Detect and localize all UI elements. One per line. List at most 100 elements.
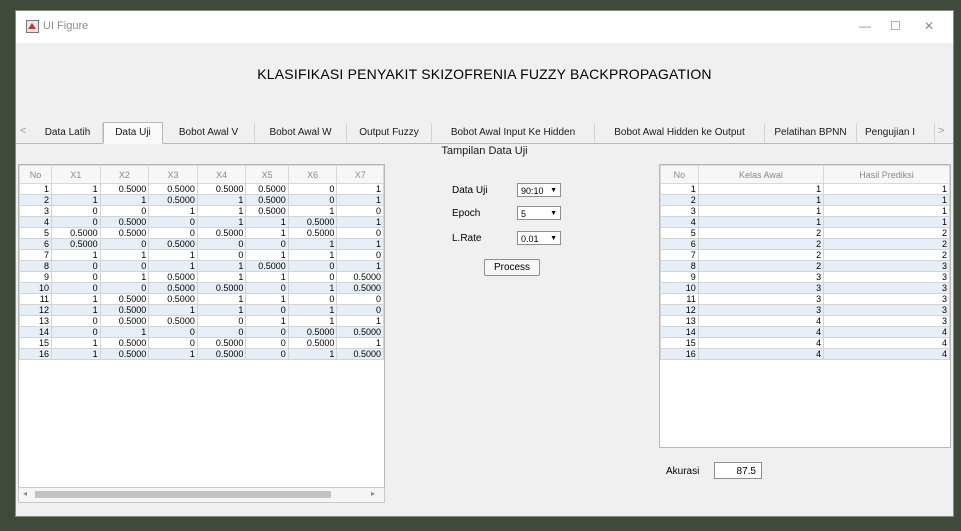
tab-data-uji[interactable]: Data Uji [103, 122, 163, 144]
data-uji-header-no[interactable]: No [19, 165, 53, 184]
table-row[interactable]: 3 0 0 1 1 0.5000 1 0 [19, 205, 384, 217]
table-cell: 0.5000 [196, 183, 247, 195]
table-row[interactable]: 722 [660, 249, 950, 261]
table-row[interactable]: 16 1 0.5000 1 0.5000 0 1 0.5000 [19, 348, 384, 360]
table-row[interactable]: 823 [660, 260, 950, 272]
data-uji-table[interactable]: No X1 X2 X3 X4 X5 X6 X7 1 1 0.5000 0.5000 0.5000 0.5… [18, 164, 385, 488]
tab-bobot-awal-input-ke-hidden[interactable]: Bobot Awal Input Ke Hidden [432, 123, 595, 142]
tab-scroll-right-icon[interactable]: > [938, 125, 944, 137]
data-uji-header-x4[interactable]: X4 [196, 165, 247, 184]
table-cell: 11 [19, 293, 53, 305]
table-cell: 4 [697, 326, 825, 338]
table-cell: 0 [196, 315, 247, 327]
table-cell: 0 [196, 326, 247, 338]
hasil-header-hasil-prediksi[interactable]: Hasil Prediksi [823, 165, 950, 184]
data-uji-header-x5[interactable]: X5 [245, 165, 289, 184]
hasil-prediksi-table[interactable]: No Kelas Awal Hasil Prediksi 1112113114115… [659, 164, 951, 448]
table-cell: 1 [51, 293, 101, 305]
scroll-left-arrow-icon[interactable]: ◂ [23, 489, 27, 498]
minimize-button[interactable]: — [859, 19, 871, 33]
table-cell: 1 [148, 260, 198, 272]
table-cell: 2 [697, 260, 825, 272]
title-bar[interactable]: UI Figure — ☐ ✕ [16, 11, 953, 43]
table-row[interactable]: 12 1 0.5000 1 1 0 1 0 [19, 304, 384, 316]
table-row[interactable]: 14 0 1 0 0 0 0.5000 0.5000 [19, 326, 384, 338]
table-cell: 0.5000 [99, 216, 150, 228]
table-row[interactable]: 622 [660, 238, 950, 250]
table-cell: 2 [823, 249, 950, 261]
table-cell: 5 [19, 227, 53, 239]
data-uji-header-x1[interactable]: X1 [51, 165, 101, 184]
table-cell: 0 [287, 271, 338, 283]
process-button[interactable]: Process [484, 259, 540, 276]
close-button[interactable]: ✕ [924, 19, 934, 33]
table-cell: 4 [823, 337, 950, 349]
lrate-value: 0.01 [521, 234, 539, 244]
table-cell: 0.5000 [336, 348, 384, 360]
table-cell: 0.5000 [99, 227, 150, 239]
table-row[interactable]: 12 3 3 [660, 304, 950, 316]
table-row[interactable]: 16 4 4 [660, 348, 950, 360]
table-row[interactable]: 4 0 0.5000 0 1 1 0.5000 1 [19, 216, 384, 228]
tab-bobot-awal-v[interactable]: Bobot Awal V [163, 123, 255, 142]
table-row[interactable]: 13 4 3 [660, 315, 950, 327]
table-row[interactable]: 2 1 1 0.5000 1 0.5000 0 1 [19, 194, 384, 206]
data-uji-header-x6[interactable]: X6 [287, 165, 338, 184]
table-row[interactable]: 10 3 3 [660, 282, 950, 294]
table-cell: 0.5000 [99, 337, 150, 349]
table-cell: 0.5000 [245, 205, 289, 217]
table-row[interactable]: 311 [660, 205, 950, 217]
table-row[interactable]: 6 0.5000 0 0.5000 0 0 1 1 [19, 238, 384, 250]
table-row[interactable]: 14 4 4 [660, 326, 950, 338]
table-row[interactable]: 111 [660, 183, 950, 195]
table-cell: 2 [697, 227, 825, 239]
akurasi-field[interactable]: 87.5 [714, 462, 762, 479]
table-row[interactable]: 71110110 [19, 249, 384, 261]
lrate-dropdown[interactable]: 0.01 ▼ [517, 231, 561, 245]
table-row[interactable]: 8 0 0 1 1 0.5000 0 1 [19, 260, 384, 272]
table-cell: 0.5000 [148, 271, 198, 283]
tab-data-latih[interactable]: Data Latih [33, 123, 103, 142]
maximize-button[interactable]: ☐ [890, 19, 901, 33]
tab-scroll-left-icon[interactable]: < [20, 125, 26, 137]
table-cell: 0.5000 [148, 293, 198, 305]
table-cell: 1 [336, 194, 384, 206]
chevron-down-icon: ▼ [550, 187, 557, 194]
table-cell: 0 [51, 271, 101, 283]
epoch-dropdown[interactable]: 5 ▼ [517, 206, 561, 220]
table-cell: 1 [51, 304, 101, 316]
data-uji-header-x3[interactable]: X3 [148, 165, 198, 184]
data-uji-dropdown[interactable]: 90:10 ▼ [517, 183, 561, 197]
table-row[interactable]: 1 1 0.5000 0.5000 0.5000 0.5000 0 1 [19, 183, 384, 195]
table-row[interactable]: 15 1 0.5000 0 0.5000 0 0.5000 1 [19, 337, 384, 349]
table-cell: 0.5000 [287, 326, 338, 338]
table-row[interactable]: 9 0 1 0.5000 1 1 0 0.5000 [19, 271, 384, 283]
data-uji-header-x7[interactable]: X7 [336, 165, 384, 184]
hasil-header-no[interactable]: No [660, 165, 699, 184]
table-row[interactable]: 11 1 0.5000 0.5000 1 1 0 0 [19, 293, 384, 305]
tab-pengujian[interactable]: Pengujian I [857, 123, 935, 142]
tab-output-fuzzy[interactable]: Output Fuzzy [347, 123, 432, 142]
table-cell: 0.5000 [148, 282, 198, 294]
table-row[interactable]: 11 3 3 [660, 293, 950, 305]
table-row[interactable]: 10 0 0 0.5000 0.5000 0 1 0.5000 [19, 282, 384, 294]
table-row[interactable]: 5 0.5000 0.5000 0 0.5000 1 0.5000 0 [19, 227, 384, 239]
table-row[interactable]: 15 4 4 [660, 337, 950, 349]
table-cell: 1 [245, 271, 289, 283]
tab-bobot-awal-hidden-ke-output[interactable]: Bobot Awal Hidden ke Output [595, 123, 765, 142]
table-row[interactable]: 13 0 0.5000 0.5000 0 1 1 1 [19, 315, 384, 327]
scrollbar-thumb[interactable] [35, 491, 331, 498]
table-row[interactable]: 522 [660, 227, 950, 239]
scroll-right-arrow-icon[interactable]: ▸ [371, 489, 375, 498]
data-uji-header-x2[interactable]: X2 [99, 165, 150, 184]
hasil-header-kelas-awal[interactable]: Kelas Awal [697, 165, 825, 184]
table-cell: 1 [697, 183, 825, 195]
table-row[interactable]: 211 [660, 194, 950, 206]
table-row[interactable]: 411 [660, 216, 950, 228]
tab-bobot-awal-w[interactable]: Bobot Awal W [255, 123, 347, 142]
table-cell: 0.5000 [99, 348, 150, 360]
table-cell: 9 [660, 271, 699, 283]
tab-pelatihan-bpnn[interactable]: Pelatihan BPNN [765, 123, 857, 142]
horizontal-scrollbar[interactable]: ◂ ▸ [18, 487, 385, 503]
table-row[interactable]: 933 [660, 271, 950, 283]
